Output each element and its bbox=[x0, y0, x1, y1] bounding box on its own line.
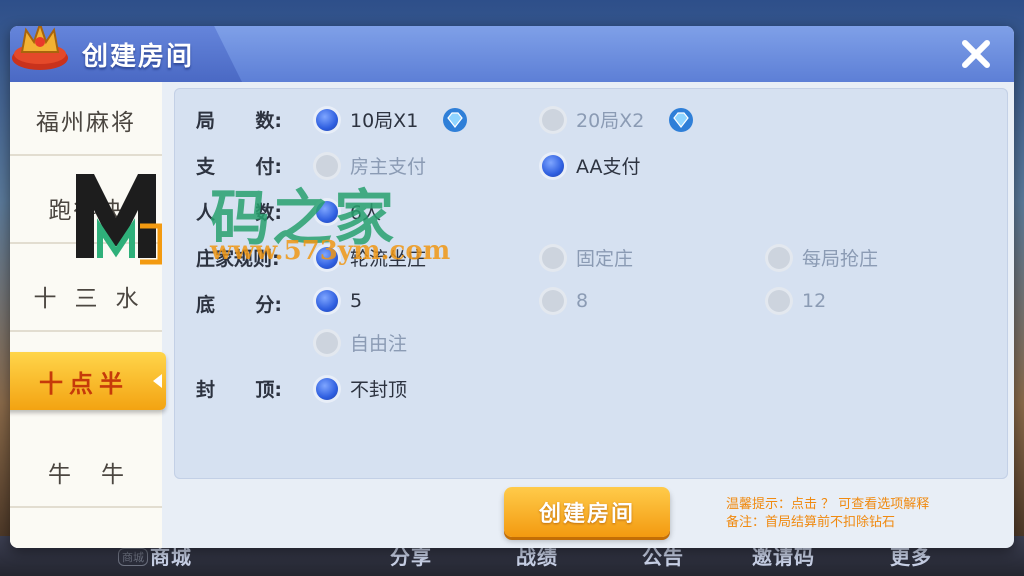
radio-selected bbox=[316, 377, 338, 400]
radio-unselected bbox=[768, 290, 790, 312]
diamond-icon bbox=[443, 107, 468, 132]
base-score-option-5[interactable]: 5 bbox=[316, 290, 362, 312]
radio-unselected bbox=[542, 246, 564, 269]
close-icon[interactable] bbox=[958, 36, 994, 72]
tip-hint: 温馨提示：点击 ？ 可查看选项解释 bbox=[726, 497, 930, 512]
payment-option-aa[interactable]: AA支付 bbox=[542, 152, 641, 179]
diamond-icon bbox=[669, 107, 694, 132]
radio-unselected bbox=[542, 108, 564, 131]
radio-unselected bbox=[542, 290, 564, 312]
cap-option-no-cap[interactable]: 不封顶 bbox=[316, 375, 407, 402]
radio-selected bbox=[542, 154, 564, 177]
watermark-url: www.573ym.com bbox=[210, 236, 451, 266]
tip-note: 备注：首局结算前不扣除钻石 bbox=[726, 515, 896, 530]
radio-unselected bbox=[316, 331, 338, 354]
options-panel: 局数: 10局X1 20局X2 支付: 房主支付 AA支付 人 数: 6人 庄家… bbox=[174, 88, 1008, 479]
mall-badge: 商城 bbox=[118, 548, 148, 566]
sidebar-item-niuniu[interactable]: 牛牛 bbox=[10, 438, 162, 508]
radio-selected bbox=[316, 290, 338, 312]
rounds-option-20[interactable]: 20局X2 bbox=[542, 106, 694, 133]
banker-option-grab[interactable]: 每局抢庄 bbox=[768, 244, 878, 271]
radio-selected bbox=[316, 108, 338, 131]
dialog-title: 创建房间 bbox=[82, 42, 195, 72]
sidebar-item-fuzhou-mahjong[interactable]: 福州麻将 bbox=[10, 86, 162, 156]
banker-option-fixed[interactable]: 固定庄 bbox=[542, 244, 633, 271]
sidebar-item-label: 十三水 bbox=[33, 286, 157, 312]
sidebar-item-label: 十点半 bbox=[39, 369, 129, 398]
base-score-option-8[interactable]: 8 bbox=[542, 290, 588, 312]
create-room-dialog: 创建房间 福州麻将 跑得快 十三水 十点半 牛牛 局数: 10局X1 bbox=[10, 26, 1014, 548]
crown-cushion-icon bbox=[12, 26, 68, 70]
active-arrow-icon bbox=[153, 374, 162, 388]
dialog-header: 创建房间 bbox=[10, 26, 1014, 82]
create-room-button[interactable]: 创建房间 bbox=[504, 487, 670, 537]
rounds-option-10[interactable]: 10局X1 bbox=[316, 106, 468, 133]
base-score-option-free[interactable]: 自由注 bbox=[316, 329, 407, 356]
base-score-label: 底分: bbox=[196, 294, 282, 316]
watermark-logo-icon bbox=[76, 174, 162, 265]
cap-label: 封顶: bbox=[196, 379, 282, 401]
base-score-option-12[interactable]: 12 bbox=[768, 290, 826, 312]
game-type-sidebar: 福州麻将 跑得快 十三水 十点半 牛牛 bbox=[10, 82, 166, 548]
rounds-label: 局数: bbox=[196, 110, 282, 132]
radio-unselected bbox=[768, 246, 790, 269]
sidebar-item-ten-half[interactable]: 十点半 bbox=[10, 352, 166, 410]
sidebar-item-thirteen-water[interactable]: 十三水 bbox=[10, 262, 162, 332]
sidebar-item-label: 牛牛 bbox=[48, 462, 154, 488]
sidebar-item-label: 福州麻将 bbox=[36, 110, 136, 136]
